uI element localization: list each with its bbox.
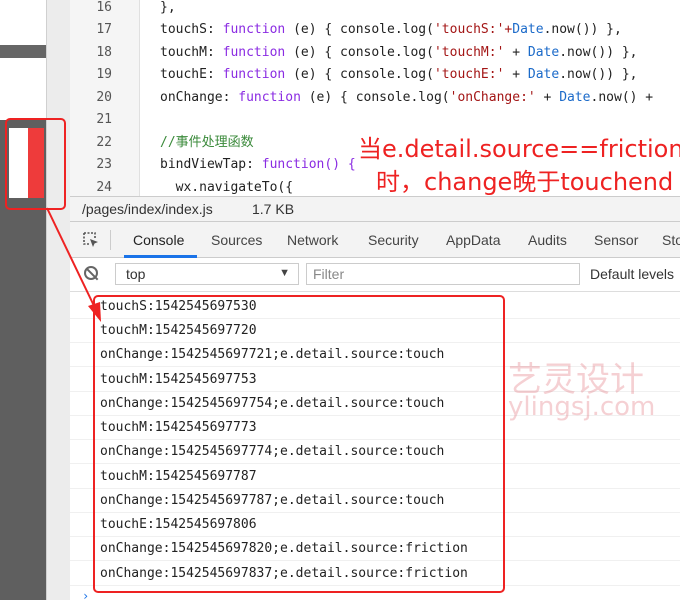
code-text: .now(): [559, 67, 607, 82]
line-number: 16: [96, 0, 112, 15]
filter-placeholder: Filter: [313, 266, 345, 282]
movable-view-highlight-box: [5, 118, 66, 210]
line-number: 23: [96, 157, 112, 172]
code-date: Date: [512, 22, 544, 37]
code-string: 'touchM:': [433, 45, 505, 60]
code-text: (e) { console.log(: [300, 90, 450, 105]
context-selector[interactable]: top ▼: [115, 263, 299, 285]
file-path: /pages/index/index.js: [82, 201, 213, 217]
code-date: Date: [527, 67, 560, 82]
line-number: 19: [96, 67, 112, 82]
code-text: (e) { console.log(: [285, 67, 434, 82]
file-size: 1.7 KB: [252, 201, 295, 217]
code-prop: bindViewTap: [160, 157, 247, 172]
console-prompt-icon[interactable]: ›: [82, 589, 89, 603]
code-text: +: [504, 67, 528, 82]
line-number: 18: [96, 45, 112, 60]
code-line: },: [160, 0, 176, 15]
code-keyword: function() {: [261, 157, 356, 172]
code-string: 'touchE:': [433, 67, 505, 82]
code-text: +: [535, 90, 560, 105]
code-comment: //事件处理函数: [160, 135, 254, 150]
tab-audits[interactable]: Audits: [528, 232, 567, 248]
code-text: .now(): [559, 45, 607, 60]
code-line: bindViewTap: function() {: [160, 157, 356, 172]
code-string: 'onChange:': [449, 90, 536, 105]
code-text: ) },: [590, 22, 622, 37]
tab-console[interactable]: Console: [133, 232, 184, 248]
line-number: 24: [96, 180, 112, 195]
code-text: .now(): [590, 90, 638, 105]
log-levels-dropdown[interactable]: Default levels: [590, 266, 674, 282]
tab-network[interactable]: Network: [287, 232, 338, 248]
code-line: touchS: function (e) { console.log('touc…: [160, 22, 622, 37]
dropdown-arrow-icon: ▼: [279, 267, 290, 279]
code-string: 'touchS:'+: [433, 22, 513, 37]
annotation-line-2: 时，change晚于touchend: [376, 168, 674, 196]
code-keyword: function: [222, 45, 286, 60]
filter-input[interactable]: Filter: [306, 263, 580, 285]
clear-console-icon[interactable]: [84, 266, 98, 280]
code-line: wx.navigateTo({: [160, 180, 294, 195]
simulator-panel: [0, 0, 70, 600]
simulator-edge: [46, 0, 70, 600]
code-text: +: [637, 90, 654, 105]
console-log-highlight-box: [93, 295, 505, 593]
line-number: 17: [96, 22, 112, 37]
code-line: touchM: function (e) { console.log('touc…: [160, 45, 638, 60]
tab-security[interactable]: Security: [368, 232, 419, 248]
line-number: 22: [96, 135, 112, 150]
tab-storage[interactable]: Sto: [662, 232, 680, 248]
code-keyword: function: [222, 22, 286, 37]
context-value: top: [126, 266, 146, 282]
code-text: .now(): [543, 22, 591, 37]
devtools-tab-bar: Console Sources Network Security AppData…: [70, 222, 680, 258]
tab-separator: [110, 230, 111, 250]
code-text: ) },: [606, 67, 638, 82]
code-date: Date: [559, 90, 591, 105]
line-number: 21: [96, 112, 112, 127]
inspect-element-icon[interactable]: [82, 231, 100, 249]
code-prop: touchM: [160, 45, 207, 60]
code-keyword: function: [238, 90, 301, 105]
code-prop: onChange: [160, 90, 223, 105]
tab-sources[interactable]: Sources: [211, 232, 262, 248]
watermark-url: ylingsj.com: [508, 392, 656, 422]
code-text: ) },: [606, 45, 638, 60]
code-date: Date: [527, 45, 560, 60]
file-status-bar: /pages/index/index.js 1.7 KB: [70, 196, 680, 222]
code-prop: touchS: [160, 22, 207, 37]
console-toolbar: top ▼ Filter Default levels: [70, 258, 680, 292]
code-prop: touchE: [160, 67, 207, 82]
tab-appdata[interactable]: AppData: [446, 232, 500, 248]
code-text: (e) { console.log(: [285, 45, 434, 60]
code-line: touchE: function (e) { console.log('touc…: [160, 67, 638, 82]
code-line: onChange: function (e) { console.log('on…: [160, 90, 654, 105]
line-number: 20: [96, 90, 112, 105]
tab-sensor[interactable]: Sensor: [594, 232, 638, 248]
code-keyword: function: [222, 67, 286, 82]
simulator-status-bar: [0, 45, 46, 58]
code-text: +: [504, 45, 528, 60]
code-text: (e) { console.log(: [285, 22, 434, 37]
annotation-line-1: 当e.detail.source==friction: [358, 135, 680, 163]
